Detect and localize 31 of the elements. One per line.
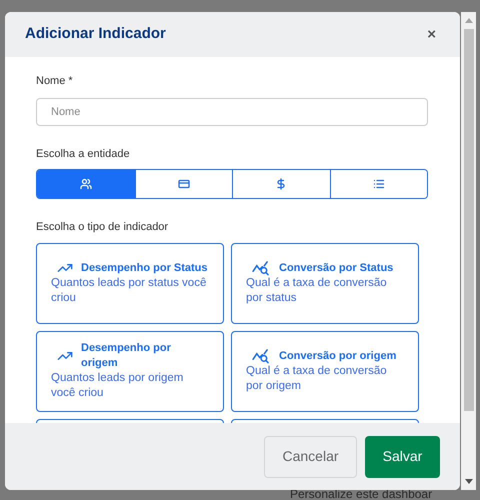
- cancel-button[interactable]: Cancelar: [264, 436, 357, 478]
- field-label: Escolha o tipo de indicador: [36, 220, 170, 235]
- dollar-icon: [275, 178, 288, 190]
- field-label: Escolha a entidade: [36, 146, 131, 162]
- card-description: Quantos leads por status você criou: [51, 276, 208, 306]
- card-title: Desempenho por Status: [81, 260, 208, 276]
- scrollbar-thumb[interactable]: [464, 29, 474, 411]
- dialog-title: Adicionar Indicador: [25, 24, 166, 44]
- chart-search-icon: [252, 260, 271, 276]
- indicator-card[interactable]: Conversão por origem Qual é a taxa de conversão por origem: [231, 330, 419, 412]
- close-button[interactable]: ×: [423, 27, 440, 42]
- card-description: Qual é a taxa de conversão por origem: [246, 364, 388, 394]
- save-button[interactable]: Salvar: [365, 436, 440, 478]
- chart-search-icon: [252, 348, 271, 364]
- indicator-card[interactable]: Desempenho por Status Quantos leads por status você criou: [36, 242, 224, 324]
- scrollbar[interactable]: [461, 12, 476, 490]
- card-icon: [178, 178, 190, 190]
- indicator-card[interactable]: Desempenho por origem Quantos leads por origem você criou: [36, 330, 224, 412]
- card-title: Conversão por origem: [279, 348, 396, 364]
- name-field[interactable]: Nome: [36, 98, 428, 126]
- background-text: Personalize este dashboar: [290, 488, 432, 500]
- list-icon: [372, 178, 385, 190]
- indicator-card[interactable]: Conversão por Status Qual é a taxa de conversão por status: [231, 242, 419, 324]
- entity-tab[interactable]: [330, 170, 427, 198]
- card-description: Qual é a taxa de conversão por status: [246, 276, 388, 306]
- card-title: Conversão por Status: [279, 260, 394, 276]
- scroll-down-icon[interactable]: [464, 479, 472, 484]
- card-title: Desempenho por origem: [81, 341, 172, 371]
- users-icon: [80, 178, 92, 190]
- field-label: Nome *: [36, 74, 74, 89]
- card-description: Quantos leads por origem você criou: [51, 371, 184, 401]
